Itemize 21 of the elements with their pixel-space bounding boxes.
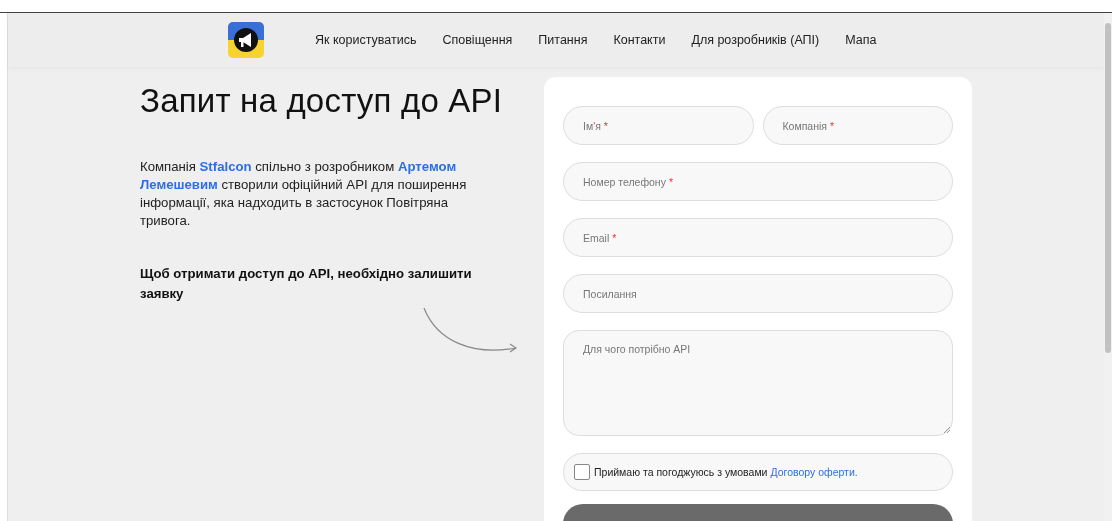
- input-field[interactable]: Посилання: [563, 274, 953, 313]
- scrollbar[interactable]: [1104, 13, 1112, 521]
- text-area[interactable]: Для чого потрібно API: [563, 330, 953, 436]
- intro-paragraph: Компанія Stfalcon спільно з розробником Артемом Лемешевим створили офіційний API для поширення інформації, яка надходить в застосунок Повітряна тривога.: [140, 158, 468, 230]
- checkbox[interactable]: [574, 464, 590, 480]
- nav-link[interactable]: Питання: [538, 33, 588, 47]
- nav-link[interactable]: Для розробників (АПІ): [691, 33, 820, 47]
- input-field[interactable]: Email *: [563, 218, 953, 257]
- page-title: Запит на доступ до API: [140, 82, 504, 120]
- nav-link[interactable]: Мапа: [845, 33, 877, 47]
- consent-text: Приймаю та погоджуюсь з умовами: [594, 466, 768, 478]
- input-field[interactable]: Ім'я *: [563, 106, 754, 145]
- input-field[interactable]: Компанія *: [762, 106, 953, 145]
- nav-link[interactable]: Як користуватись: [315, 33, 417, 47]
- nav-link[interactable]: Сповіщення: [442, 33, 513, 47]
- instruction-text: Щоб отримати доступ до API, необхідно залишити заявку: [140, 265, 473, 303]
- resize-grip-icon[interactable]: [943, 426, 950, 433]
- input-field[interactable]: Номер телефону *: [563, 162, 953, 201]
- contract-link[interactable]: Договору оферти.: [770, 466, 858, 478]
- megaphone-logo-icon[interactable]: [228, 22, 264, 58]
- nav-link[interactable]: Контакти: [613, 33, 666, 47]
